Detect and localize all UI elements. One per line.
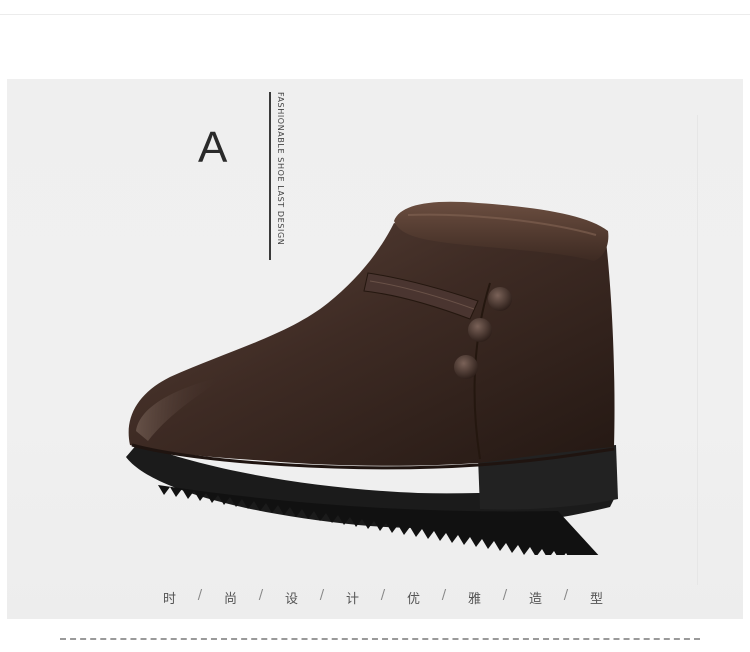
boot-button-1 xyxy=(488,287,512,311)
slogan: 时 / 尚 / 设 / 计 / 优 / 雅 / 造 / 型 xyxy=(158,588,608,607)
variant-letter: A xyxy=(198,123,228,172)
top-divider xyxy=(0,14,750,15)
slogan-separator: / xyxy=(258,588,264,603)
slogan-char: 雅 xyxy=(467,592,481,607)
slogan-char: 计 xyxy=(345,592,359,607)
slogan-separator: / xyxy=(319,588,325,603)
slogan-separator: / xyxy=(197,588,203,603)
slogan-char: 造 xyxy=(528,592,542,607)
panel-guide-line xyxy=(697,115,698,585)
boot-button-2 xyxy=(468,318,492,342)
slogan-char: 尚 xyxy=(223,592,237,607)
slogan-char: 时 xyxy=(162,592,176,607)
slogan-separator: / xyxy=(502,588,508,603)
bottom-dashed-divider xyxy=(60,638,700,640)
boot-button-3 xyxy=(454,355,478,379)
ankle-boot-image xyxy=(126,201,618,555)
slogan-char: 优 xyxy=(406,592,420,607)
slogan-separator: / xyxy=(563,588,569,603)
slogan-char: 设 xyxy=(284,592,298,607)
slogan-separator: / xyxy=(380,588,386,603)
slogan-char: 型 xyxy=(589,592,603,607)
boot-upper xyxy=(128,223,615,466)
slogan-separator: / xyxy=(441,588,447,603)
